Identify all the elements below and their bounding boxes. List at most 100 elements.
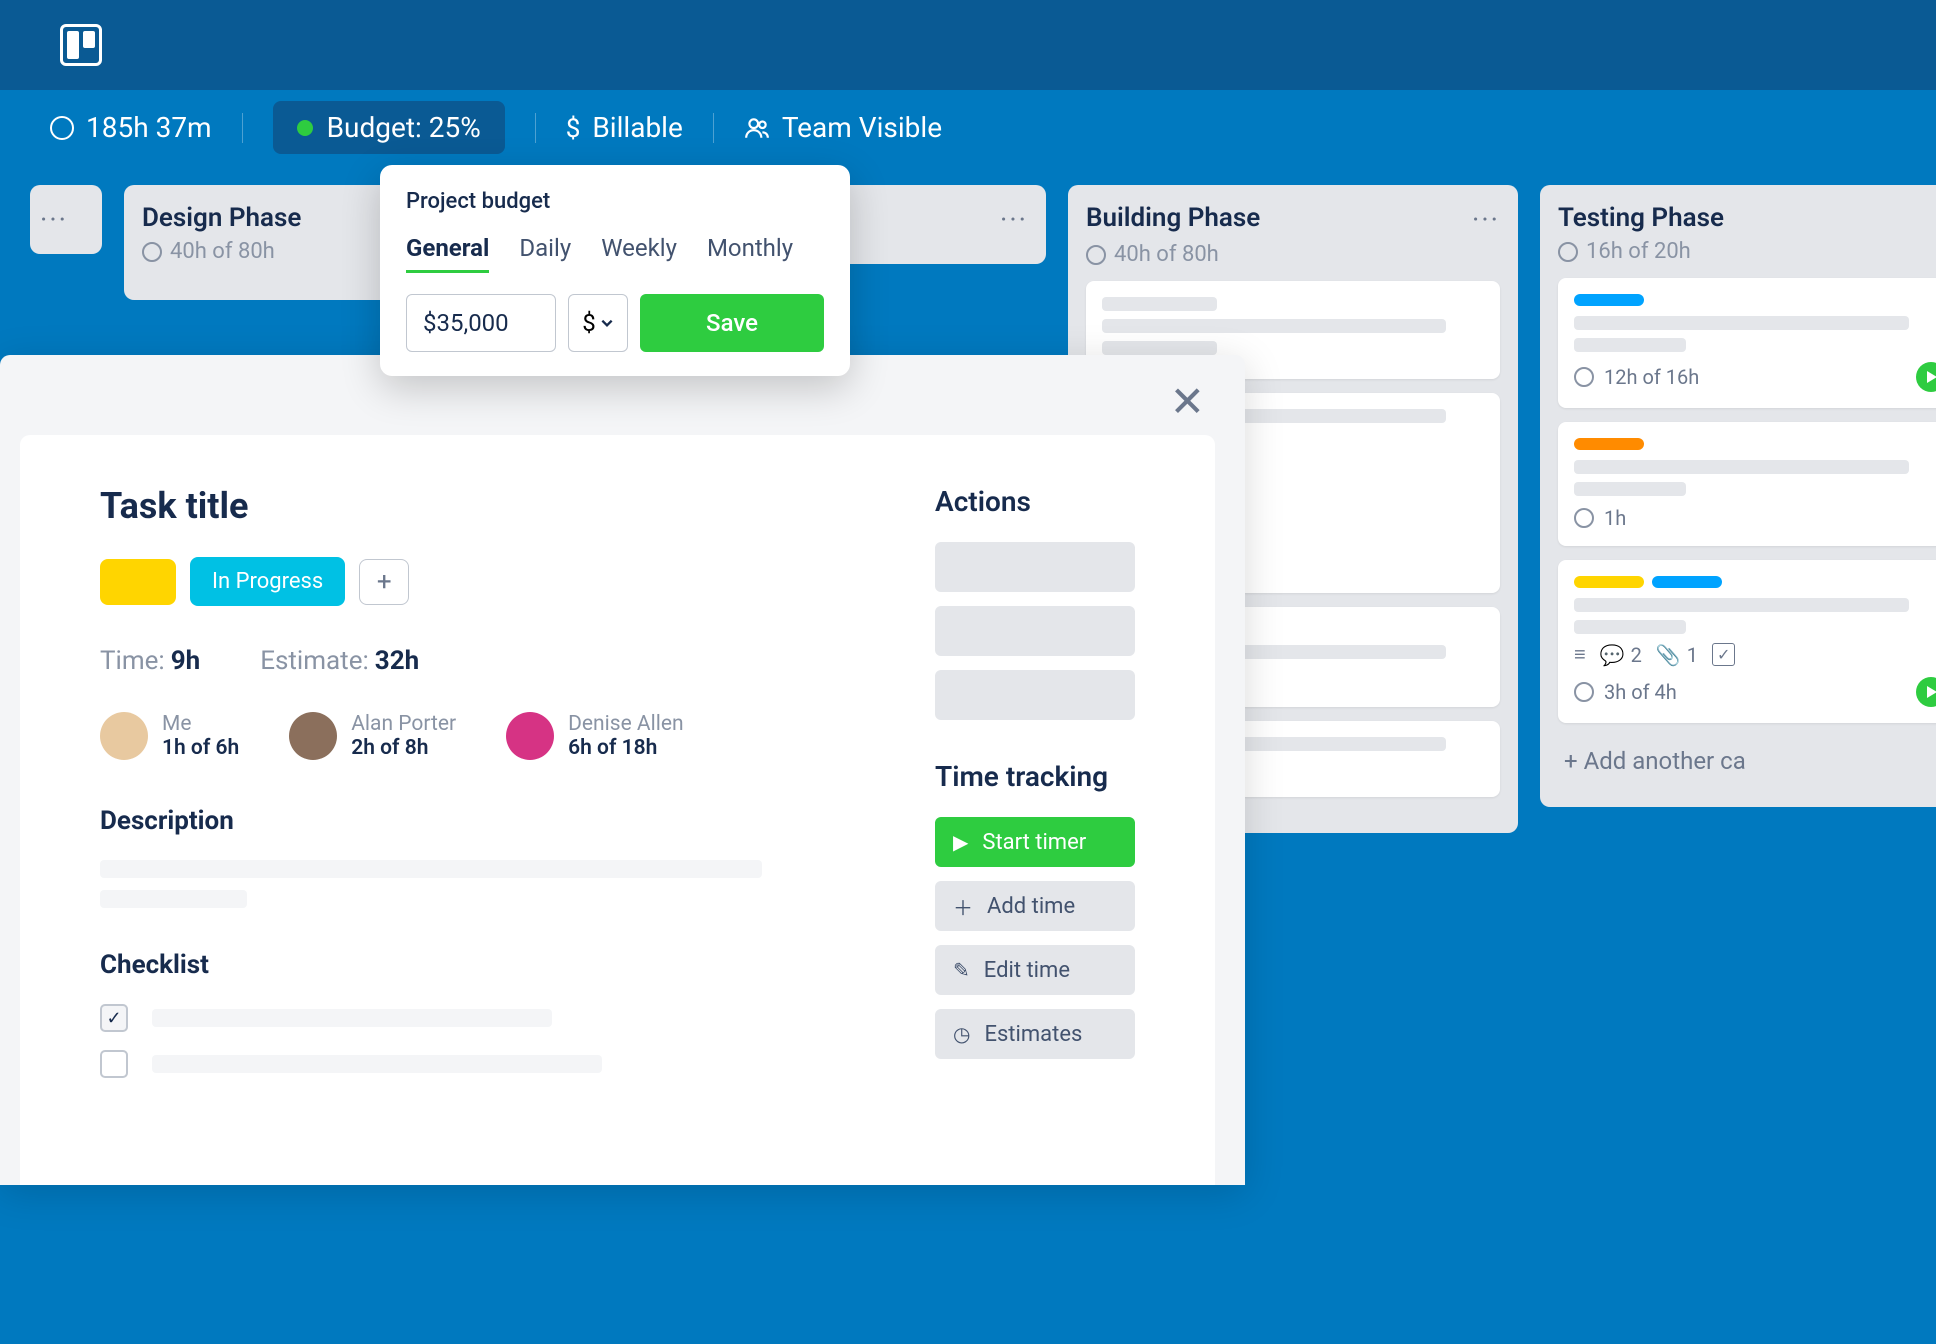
modal-sidebar: Actions Time tracking ▶ Start timer ＋ Ad…: [935, 485, 1155, 1185]
plus-icon: ＋: [953, 892, 973, 921]
total-time-text: 185h 37m: [86, 111, 212, 144]
task-modal: ✕ Task title In Progress + Time:9h Estim…: [0, 355, 1245, 1185]
add-time-button[interactable]: ＋ Add time: [935, 881, 1135, 931]
assignee[interactable]: Me1h of 6h: [100, 712, 239, 760]
column-title[interactable]: Building Phase: [1086, 203, 1260, 233]
tab-monthly[interactable]: Monthly: [707, 234, 793, 273]
card[interactable]: ≡ 💬 2 📎 1 ✓ 3h of 4h: [1558, 560, 1936, 723]
column-menu-icon[interactable]: ···: [40, 203, 92, 236]
column-menu-icon[interactable]: ···: [1472, 203, 1500, 236]
label-blue: [1574, 294, 1644, 306]
label-yellow[interactable]: [100, 559, 176, 605]
divider: [713, 113, 714, 143]
checklist-item[interactable]: ✓: [100, 1004, 835, 1032]
actions-heading: Actions: [935, 485, 1155, 518]
assignee[interactable]: Alan Porter2h of 8h: [289, 712, 456, 760]
column-time-text: 40h of 80h: [170, 239, 275, 264]
card-time: 1h: [1604, 506, 1626, 530]
save-button[interactable]: Save: [640, 294, 824, 352]
tab-general[interactable]: General: [406, 234, 489, 273]
gauge-icon: [1558, 242, 1578, 262]
button-label: Edit time: [984, 958, 1070, 983]
column-title[interactable]: Design Phase: [142, 203, 301, 233]
checkbox[interactable]: [100, 1050, 128, 1078]
clock-icon: ◷: [953, 1022, 970, 1046]
budget-amount-input[interactable]: [406, 294, 556, 352]
modal-main: Task title In Progress + Time:9h Estimat…: [100, 485, 835, 1185]
chevron-down-icon: [600, 316, 614, 330]
column-time-text: 40h of 80h: [1114, 242, 1219, 267]
estimate-field: Estimate:32h: [260, 646, 419, 676]
pencil-icon: ✎: [953, 958, 970, 982]
divider: [535, 113, 536, 143]
column-subtitle: 16h of 20h: [1558, 239, 1936, 264]
checklist-item[interactable]: [100, 1050, 835, 1078]
popover-tabs: General Daily Weekly Monthly: [406, 234, 824, 274]
dollar-icon: [566, 111, 581, 144]
action-button[interactable]: [935, 542, 1135, 592]
button-label: Estimates: [984, 1022, 1082, 1047]
card-time: 3h of 4h: [1604, 680, 1677, 704]
comments-badge: 💬 2: [1600, 643, 1642, 667]
avatar: [289, 712, 337, 760]
action-button[interactable]: [935, 606, 1135, 656]
billable-label: Billable: [592, 111, 682, 144]
tab-weekly[interactable]: Weekly: [601, 234, 677, 273]
gauge-icon: [1574, 682, 1594, 702]
status-label[interactable]: In Progress: [190, 557, 345, 606]
assignee[interactable]: Denise Allen6h of 18h: [506, 712, 683, 760]
close-button[interactable]: ✕: [1170, 377, 1205, 427]
task-title[interactable]: Task title: [100, 485, 835, 527]
gauge-icon: [1574, 508, 1594, 528]
gauge-icon: [1574, 367, 1594, 387]
person-time: 2h of 8h: [351, 736, 456, 760]
start-timer-button[interactable]: ▶ Start timer: [935, 817, 1135, 867]
visibility-toggle[interactable]: Team Visible: [744, 111, 942, 144]
action-button[interactable]: [935, 670, 1135, 720]
person-name: Me: [162, 712, 239, 736]
board: ··· Design Phase 40h of 80h ··· Building…: [0, 165, 1936, 833]
label-blue: [1652, 576, 1722, 588]
currency-value: $: [582, 309, 596, 337]
description-placeholder[interactable]: [100, 860, 762, 878]
total-time[interactable]: 185h 37m: [50, 111, 212, 144]
avatar: [506, 712, 554, 760]
status-dot-icon: [297, 120, 313, 136]
estimates-button[interactable]: ◷ Estimates: [935, 1009, 1135, 1059]
trello-logo-icon[interactable]: [60, 24, 102, 66]
column-partial: ···: [30, 185, 102, 254]
tab-daily[interactable]: Daily: [519, 234, 571, 273]
currency-select[interactable]: $: [568, 294, 628, 352]
card[interactable]: 12h of 16h: [1558, 278, 1936, 408]
top-bar: [0, 0, 1936, 90]
budget-label: Budget: 25%: [327, 111, 481, 144]
card-time: 12h of 16h: [1604, 365, 1699, 389]
add-card-button[interactable]: + Add another ca: [1558, 737, 1936, 785]
status-bar: 185h 37m Budget: 25% Billable Team Visib…: [0, 90, 1936, 165]
budget-popover: Project budget General Daily Weekly Mont…: [380, 165, 850, 376]
button-label: Start timer: [982, 830, 1086, 855]
checklist-icon: ✓: [1712, 643, 1735, 666]
gauge-icon: [1086, 245, 1106, 265]
edit-time-button[interactable]: ✎ Edit time: [935, 945, 1135, 995]
column-title[interactable]: Testing Phase: [1558, 203, 1724, 233]
budget-chip[interactable]: Budget: 25%: [273, 101, 505, 154]
column-testing: Testing Phase 16h of 20h 12h of 16h 1h: [1540, 185, 1936, 807]
column-menu-icon[interactable]: ···: [1000, 203, 1028, 236]
checkbox[interactable]: ✓: [100, 1004, 128, 1032]
avatar: [100, 712, 148, 760]
card[interactable]: 1h: [1558, 422, 1936, 546]
description-heading: Description: [100, 806, 835, 836]
billable-toggle[interactable]: Billable: [566, 111, 683, 144]
button-label: Add time: [987, 894, 1075, 919]
label-yellow: [1574, 576, 1644, 588]
person-name: Alan Porter: [351, 712, 456, 736]
play-icon: ▶: [953, 830, 968, 854]
column-time-text: 16h of 20h: [1586, 239, 1691, 264]
play-button[interactable]: [1916, 362, 1936, 392]
people-icon: [744, 115, 770, 141]
description-placeholder[interactable]: [100, 890, 247, 908]
add-label-button[interactable]: +: [359, 559, 409, 605]
attachment-badge: 📎 1: [1656, 643, 1698, 667]
play-button[interactable]: [1916, 677, 1936, 707]
